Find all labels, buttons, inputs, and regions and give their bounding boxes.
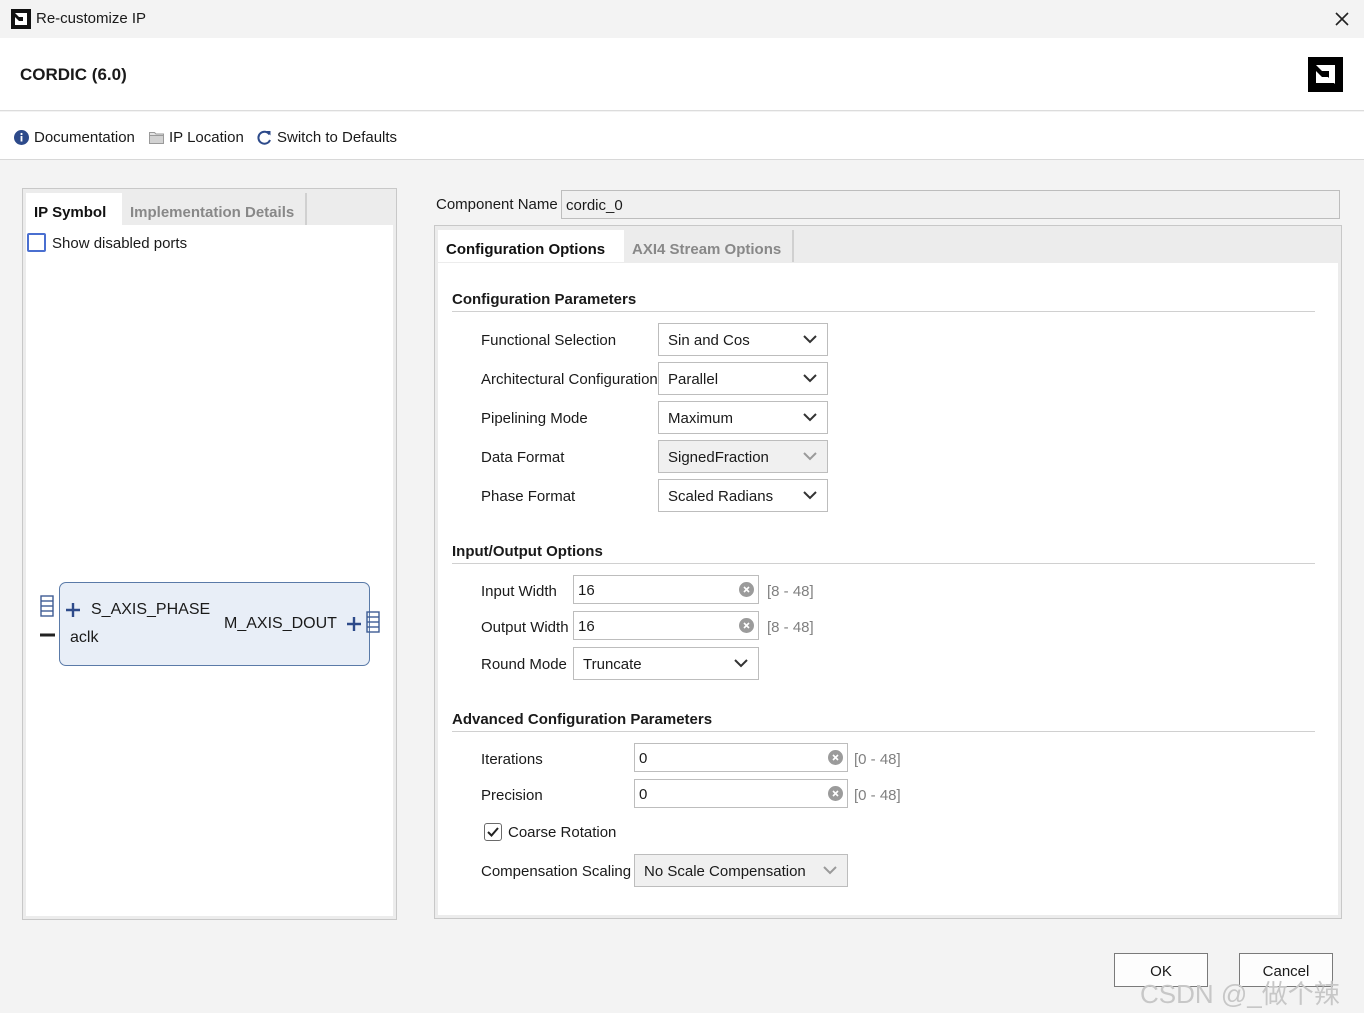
amd-logo-icon xyxy=(1308,57,1343,92)
compensation-scaling-dropdown[interactable]: No Scale Compensation xyxy=(634,854,848,887)
app-icon xyxy=(11,9,31,29)
functional-selection-dropdown[interactable]: Sin and Cos xyxy=(658,323,828,356)
section-configuration-parameters: Configuration Parameters xyxy=(452,291,637,308)
ip-name-title: CORDIC (6.0) xyxy=(20,65,127,84)
ip-symbol-panel: IP Symbol Implementation Details Show di… xyxy=(22,188,397,920)
compensation-scaling-label: Compensation Scaling xyxy=(481,863,632,880)
input-width-field[interactable]: 16 xyxy=(573,575,759,604)
folder-icon xyxy=(149,132,164,144)
show-disabled-ports-checkbox[interactable] xyxy=(27,233,46,252)
iterations-label: Iterations xyxy=(481,751,543,768)
component-name-field[interactable]: cordic_0 xyxy=(561,190,1340,219)
iterations-range: [0 - 48] xyxy=(854,751,901,768)
clear-input-icon[interactable] xyxy=(739,618,754,633)
cordic-ip-block: S_AXIS_PHASE aclk M_AXIS_DOUT xyxy=(59,582,370,666)
coarse-rotation-checkbox[interactable] xyxy=(484,823,502,841)
m-axis-bus-pin-icon xyxy=(366,611,380,633)
switch-defaults-button[interactable]: Switch to Defaults xyxy=(257,129,397,146)
output-width-range: [8 - 48] xyxy=(767,619,814,636)
ip-location-button[interactable]: IP Location xyxy=(149,129,244,146)
functional-selection-label: Functional Selection xyxy=(481,332,617,349)
chevron-down-icon xyxy=(803,413,817,422)
window-title-bar: Re-customize IP xyxy=(0,0,1364,38)
data-format-label: Data Format xyxy=(481,449,565,466)
watermark: CSDN @_做个辣妹 xyxy=(1140,979,1340,1009)
architectural-configuration-dropdown[interactable]: Parallel xyxy=(658,362,828,395)
close-icon[interactable] xyxy=(1331,8,1353,30)
toolbar: Documentation IP Location Switch to Defa… xyxy=(0,112,1364,160)
tab-axi4-stream-options[interactable]: AXI4 Stream Options xyxy=(624,230,794,262)
section-advanced-configuration: Advanced Configuration Parameters xyxy=(452,711,713,728)
window-title: Re-customize IP xyxy=(36,10,147,27)
s-axis-bus-pin-icon xyxy=(40,595,55,637)
tab-implementation-details[interactable]: Implementation Details xyxy=(122,193,307,225)
output-width-field[interactable]: 16 xyxy=(573,611,759,640)
divider xyxy=(452,731,1315,732)
configuration-panel: Configuration Options AXI4 Stream Option… xyxy=(434,225,1342,919)
show-disabled-ports-label: Show disabled ports xyxy=(52,235,188,252)
phase-format-dropdown[interactable]: Scaled Radians xyxy=(658,479,828,512)
info-icon xyxy=(14,130,29,145)
configuration-options-body: Configuration Parameters Functional Sele… xyxy=(438,263,1338,915)
round-mode-dropdown[interactable]: Truncate xyxy=(573,647,759,680)
divider xyxy=(452,563,1315,564)
clear-input-icon[interactable] xyxy=(828,750,843,765)
tab-ip-symbol[interactable]: IP Symbol xyxy=(26,193,122,225)
chevron-down-icon xyxy=(803,491,817,500)
checkmark-icon xyxy=(487,827,499,837)
switch-defaults-label: Switch to Defaults xyxy=(277,129,398,146)
component-name-label: Component Name xyxy=(436,196,558,213)
input-width-label: Input Width xyxy=(481,583,557,600)
refresh-icon xyxy=(257,130,271,145)
divider xyxy=(452,311,1315,312)
input-width-range: [8 - 48] xyxy=(767,583,814,600)
port-m-axis-dout: M_AXIS_DOUT xyxy=(224,615,337,632)
chevron-down-icon xyxy=(823,866,837,875)
precision-label: Precision xyxy=(481,787,543,804)
section-input-output-options: Input/Output Options xyxy=(452,543,603,560)
port-s-axis-phase: S_AXIS_PHASE xyxy=(91,601,211,618)
clear-input-icon[interactable] xyxy=(828,786,843,801)
pipelining-mode-label: Pipelining Mode xyxy=(481,410,588,427)
chevron-down-icon xyxy=(803,374,817,383)
architectural-configuration-label: Architectural Configuration xyxy=(481,371,658,388)
output-width-label: Output Width xyxy=(481,619,569,636)
iterations-field[interactable]: 0 xyxy=(634,743,848,772)
expand-plus-icon[interactable] xyxy=(65,602,81,618)
port-aclk: aclk xyxy=(70,629,99,646)
expand-plus-icon[interactable] xyxy=(346,616,362,632)
clear-input-icon[interactable] xyxy=(739,582,754,597)
ip-location-label: IP Location xyxy=(169,129,244,146)
chevron-down-icon xyxy=(803,335,817,344)
documentation-label: Documentation xyxy=(34,129,135,146)
tab-configuration-options[interactable]: Configuration Options xyxy=(438,230,624,262)
pipelining-mode-dropdown[interactable]: Maximum xyxy=(658,401,828,434)
ip-symbol-canvas: Show disabled ports S_AXIS_PHASE aclk M_… xyxy=(26,225,393,916)
data-format-dropdown[interactable]: SignedFraction xyxy=(658,440,828,473)
documentation-button[interactable]: Documentation xyxy=(14,129,135,146)
phase-format-label: Phase Format xyxy=(481,488,576,505)
precision-range: [0 - 48] xyxy=(854,787,901,804)
chevron-down-icon xyxy=(803,452,817,461)
chevron-down-icon xyxy=(734,659,748,668)
coarse-rotation-label: Coarse Rotation xyxy=(508,824,617,841)
round-mode-label: Round Mode xyxy=(481,656,567,673)
precision-field[interactable]: 0 xyxy=(634,779,848,808)
ip-header: CORDIC (6.0) xyxy=(0,38,1364,111)
